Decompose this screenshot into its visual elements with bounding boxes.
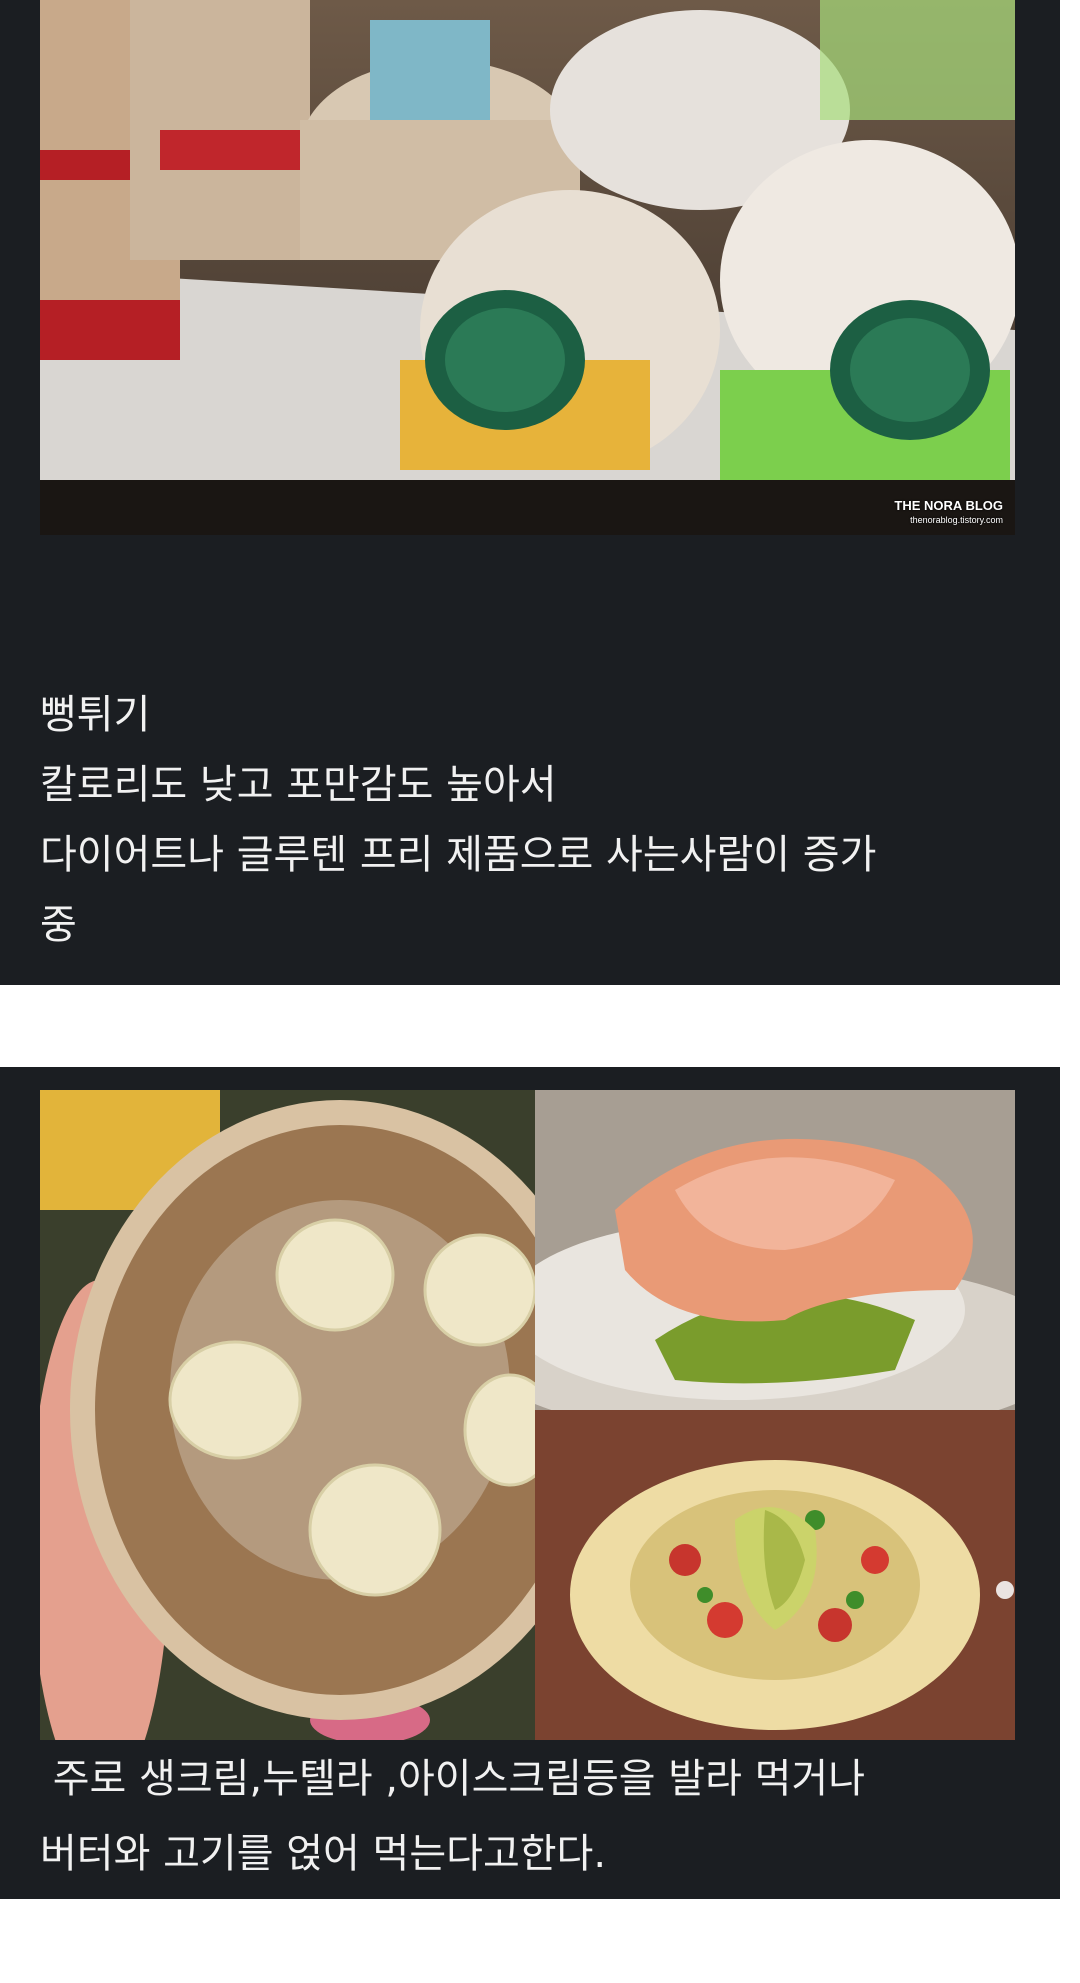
post-panel-bottom: 주로 생크림,누텔라 ,아이스크림등을 발라 먹거나 버터와 고기를 얹어 먹는…	[0, 1067, 1060, 1899]
rice-cake-banana-photo	[40, 1090, 535, 1740]
caption-rice-cake: 뻥튀기 칼로리도 낮고 포만감도 높아서 다이어트나 글루텐 프리 제품으로 사…	[40, 680, 876, 960]
rice-cake-salmon-avocado-image	[535, 1090, 1015, 1410]
rice-cake-salsa-avocado-image	[535, 1410, 1015, 1740]
caption-line: 버터와 고기를 얹어 먹는다고한다.	[40, 1831, 607, 1877]
watermark-url: thenorablog.tistory.com	[910, 515, 1003, 525]
caption-toppings: 주로 생크림,누텔라 ,아이스크림등을 발라 먹거나 버터와 고기를 얹어 먹는…	[40, 1742, 865, 1892]
rice-cake-banana-image	[40, 1090, 535, 1740]
rice-cake-salmon-avocado-photo	[535, 1090, 1015, 1410]
caption-line: 주로 생크림,누텔라 ,아이스크림등을 발라 먹거나	[40, 1756, 866, 1802]
watermark-title: THE NORA BLOG	[894, 498, 1003, 513]
caption-line: 다이어트나 글루텐 프리 제품으로 사는사람이 증가	[40, 832, 877, 878]
rice-cake-packages-photo: THE NORA BLOG thenorablog.tistory.com	[40, 0, 1015, 535]
rice-cake-salsa-avocado-photo	[535, 1410, 1015, 1740]
caption-line: 중	[40, 902, 77, 948]
carousel-next-icon[interactable]	[996, 1581, 1014, 1599]
rice-cake-packages-image	[40, 0, 1015, 535]
package-group	[300, 0, 1015, 480]
caption-line: 칼로리도 낮고 포만감도 높아서	[40, 762, 557, 808]
caption-line: 뻥튀기	[40, 692, 151, 738]
photo-watermark: THE NORA BLOG thenorablog.tistory.com	[894, 499, 1003, 527]
post-panel-top: THE NORA BLOG thenorablog.tistory.com 뻥튀…	[0, 0, 1060, 985]
